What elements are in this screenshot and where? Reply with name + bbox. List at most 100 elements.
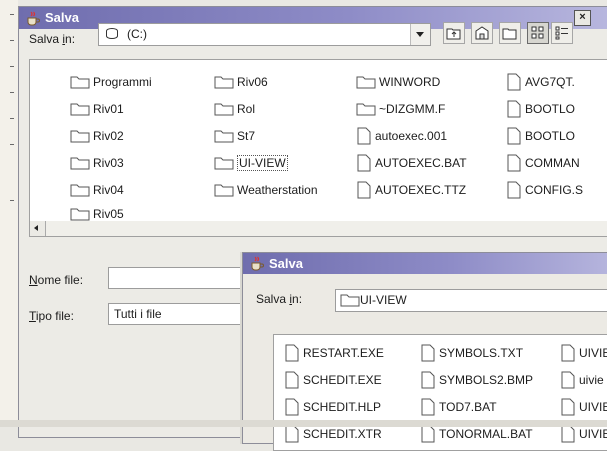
file-name: AUTOEXEC.TTZ bbox=[375, 182, 467, 197]
file-icon bbox=[421, 398, 435, 416]
java-cup-icon bbox=[27, 11, 40, 26]
list-item[interactable]: UIVIE bbox=[560, 397, 607, 416]
list-item[interactable]: Rol bbox=[214, 99, 255, 117]
list-item[interactable]: COMMAN bbox=[506, 153, 580, 172]
list-item[interactable]: Riv04 bbox=[70, 180, 124, 198]
list-item[interactable]: BOOTLO bbox=[506, 99, 576, 118]
file-icon bbox=[285, 371, 299, 389]
file-icon bbox=[285, 398, 299, 416]
list-item[interactable]: AUTOEXEC.TTZ bbox=[356, 180, 467, 199]
file-name: RESTART.EXE bbox=[303, 345, 384, 360]
file-name: Riv03 bbox=[93, 155, 124, 170]
file-icon bbox=[507, 127, 521, 145]
save-in-label: Salva in: bbox=[256, 292, 303, 306]
save-in-value: (C:) bbox=[127, 27, 147, 41]
up-folder-button[interactable] bbox=[443, 22, 465, 44]
file-name: UIVIE bbox=[579, 345, 607, 360]
list-item[interactable]: UIVIE bbox=[560, 343, 607, 362]
file-name: CONFIG.S bbox=[525, 182, 584, 197]
list-item[interactable]: TOD7.BAT bbox=[420, 397, 497, 416]
file-name: Riv05 bbox=[93, 206, 124, 221]
folder-icon bbox=[214, 157, 234, 170]
file-name: COMMAN bbox=[525, 155, 580, 170]
java-cup-icon bbox=[251, 256, 264, 271]
list-item[interactable]: ~DIZGMM.F bbox=[356, 99, 445, 117]
background-edge bbox=[0, 0, 18, 427]
list-item[interactable]: Weatherstation bbox=[214, 180, 318, 198]
details-view-icon bbox=[555, 26, 568, 40]
list-item-selected[interactable]: UI-VIEW bbox=[214, 153, 288, 171]
new-folder-button[interactable] bbox=[499, 22, 521, 44]
save-dialog-front: Salva Salva in: UI-VIEW RESTART.EXE SCHE… bbox=[242, 252, 607, 451]
folder-icon bbox=[356, 76, 376, 89]
list-item[interactable]: autoexec.001 bbox=[356, 126, 448, 145]
horizontal-scrollbar[interactable] bbox=[29, 221, 607, 237]
list-item[interactable]: SYMBOLS2.BMP bbox=[420, 370, 533, 389]
details-view-button[interactable] bbox=[551, 22, 573, 44]
folder-icon bbox=[70, 130, 90, 143]
folder-icon bbox=[214, 103, 234, 116]
file-name: BOOTLO bbox=[525, 101, 576, 116]
folder-icon bbox=[214, 76, 234, 89]
file-icon bbox=[421, 344, 435, 362]
list-item[interactable]: uivie bbox=[560, 370, 604, 389]
save-in-combo[interactable]: UI-VIEW bbox=[335, 289, 607, 312]
list-item[interactable]: AVG7QT. bbox=[506, 72, 575, 91]
home-icon bbox=[475, 26, 489, 40]
list-item[interactable]: Programmi bbox=[70, 72, 152, 90]
list-item[interactable]: Riv03 bbox=[70, 153, 124, 171]
folder-icon bbox=[214, 130, 234, 143]
folder-icon bbox=[214, 184, 234, 197]
file-name: Programmi bbox=[93, 74, 152, 89]
save-in-combo[interactable]: (C:) bbox=[98, 23, 431, 46]
list-item[interactable]: Riv06 bbox=[214, 72, 268, 90]
bottom-edge bbox=[0, 420, 607, 427]
file-name-label: Nome file: bbox=[29, 273, 84, 287]
file-name: WINWORD bbox=[379, 74, 441, 89]
home-button[interactable] bbox=[471, 22, 493, 44]
file-name: Riv02 bbox=[93, 128, 124, 143]
list-item[interactable]: Riv05 bbox=[70, 204, 124, 222]
file-icon bbox=[357, 154, 371, 172]
title-bar[interactable]: Salva bbox=[243, 253, 607, 274]
dialog-title: Salva bbox=[45, 10, 79, 25]
folder-icon bbox=[356, 103, 376, 116]
list-item[interactable]: AUTOEXEC.BAT bbox=[356, 153, 467, 172]
list-item[interactable]: WINWORD bbox=[356, 72, 440, 90]
file-icon bbox=[507, 181, 521, 199]
file-name: Weatherstation bbox=[237, 182, 318, 197]
close-button[interactable]: × bbox=[574, 10, 591, 26]
list-item[interactable]: BOOTLO bbox=[506, 126, 575, 145]
file-icon bbox=[285, 344, 299, 362]
file-name: Riv01 bbox=[93, 101, 124, 116]
list-item[interactable]: RESTART.EXE bbox=[284, 343, 384, 362]
list-item[interactable]: SCHEDIT.EXE bbox=[284, 370, 382, 389]
folder-icon bbox=[70, 184, 90, 197]
file-name: TOD7.BAT bbox=[439, 399, 497, 414]
list-item[interactable]: SCHEDIT.HLP bbox=[284, 397, 382, 416]
folder-icon bbox=[70, 103, 90, 116]
chevron-down-icon[interactable] bbox=[410, 24, 430, 45]
file-name: AVG7QT. bbox=[525, 74, 575, 89]
file-name: TONORMAL.BAT bbox=[439, 426, 533, 441]
file-name: SYMBOLS.TXT bbox=[439, 345, 524, 360]
list-view-button[interactable] bbox=[527, 22, 549, 44]
file-type-value: Tutti i file bbox=[114, 307, 162, 321]
file-name: autoexec.001 bbox=[375, 128, 448, 143]
file-icon bbox=[357, 127, 371, 145]
list-item[interactable]: St7 bbox=[214, 126, 255, 144]
file-name: uivie bbox=[579, 372, 604, 387]
save-in-label: Salva in: bbox=[29, 32, 76, 46]
scroll-left-arrow-icon[interactable] bbox=[30, 221, 46, 236]
file-name: SCHEDIT.HLP bbox=[303, 399, 382, 414]
file-name: UIVIE bbox=[579, 399, 607, 414]
file-list[interactable]: Programmi Riv01 Riv02 Riv03 Riv04 Riv05 … bbox=[29, 59, 607, 223]
file-icon bbox=[507, 100, 521, 118]
list-item[interactable]: CONFIG.S bbox=[506, 180, 584, 199]
list-item[interactable]: Riv02 bbox=[70, 126, 124, 144]
file-list[interactable]: RESTART.EXE SCHEDIT.EXE SCHEDIT.HLP SCHE… bbox=[273, 334, 607, 451]
file-icon bbox=[507, 154, 521, 172]
list-item[interactable]: Riv01 bbox=[70, 99, 124, 117]
file-icon bbox=[561, 425, 575, 443]
list-item[interactable]: SYMBOLS.TXT bbox=[420, 343, 524, 362]
